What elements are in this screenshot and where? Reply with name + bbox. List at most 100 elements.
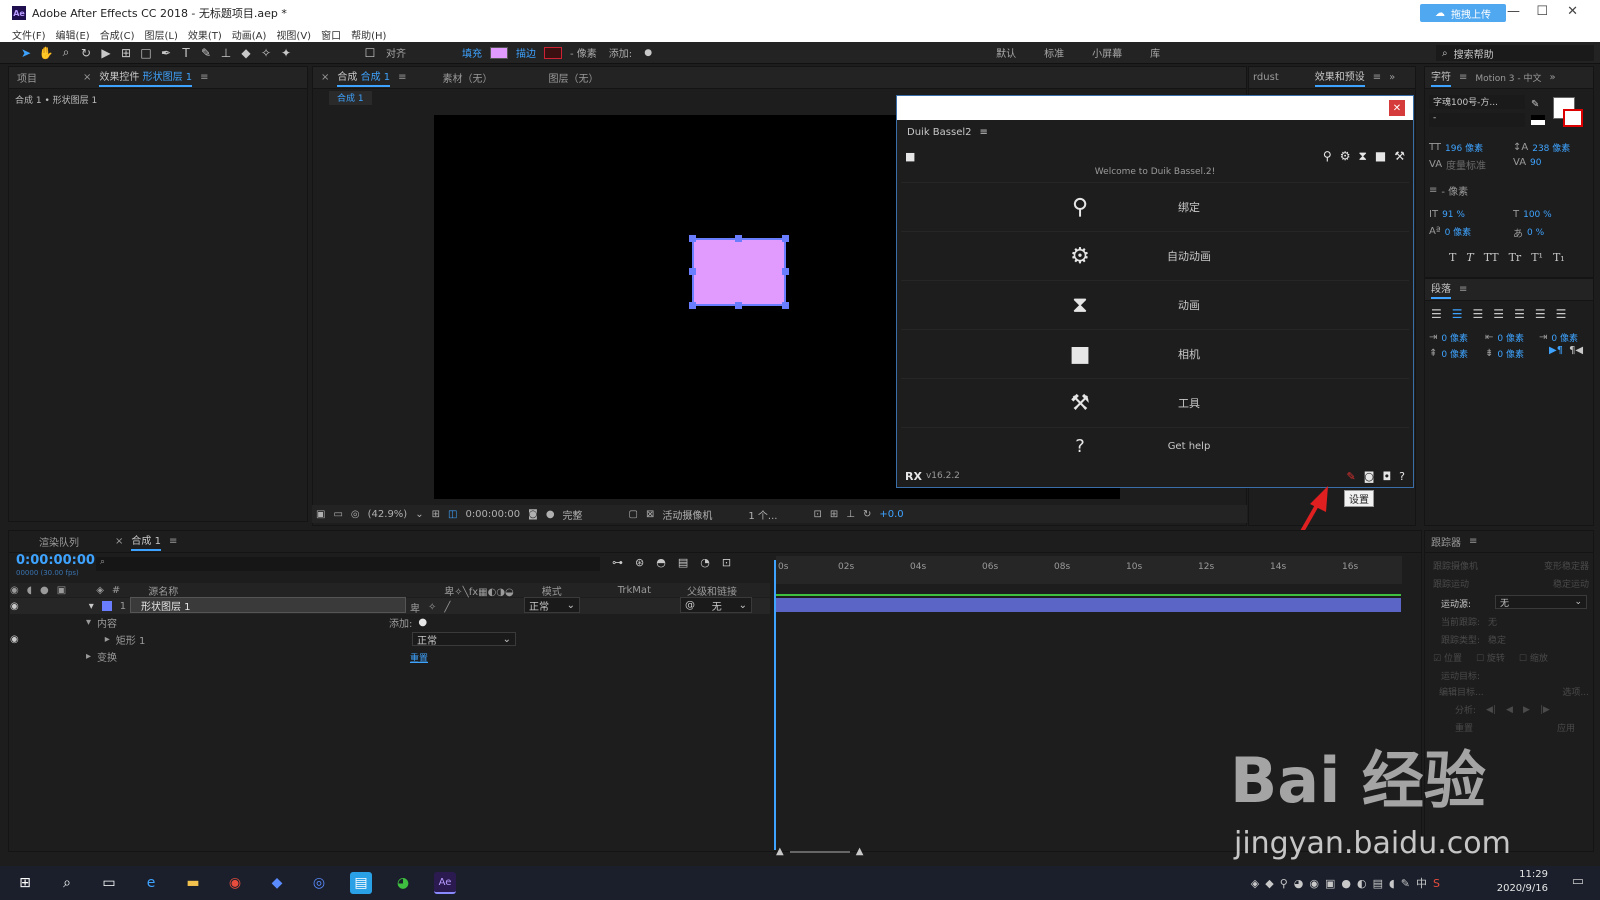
frame-blending-icon[interactable]: ▤ [678, 556, 688, 569]
align-left-icon[interactable]: ☰ [1431, 307, 1442, 321]
menu-icon[interactable]: ≡ [398, 72, 406, 83]
menu-icon[interactable]: ≡ [1373, 72, 1381, 83]
current-track-value[interactable]: 无 [1488, 615, 1497, 628]
tray-icon[interactable]: ● [1341, 877, 1351, 890]
fill-label[interactable]: 填充 [462, 45, 482, 60]
zoom-tool-icon[interactable]: ⌕ [58, 45, 74, 61]
close-icon[interactable]: ✕ [1567, 4, 1578, 19]
zoom-slider[interactable] [789, 850, 850, 853]
3d-icon[interactable]: ⊞ [830, 509, 838, 520]
layout-icon[interactable]: ⊡ [813, 509, 821, 520]
motion-blur-icon[interactable]: ◔ [700, 556, 710, 569]
rotation-checkbox[interactable]: ☐ 旋转 [1476, 651, 1505, 664]
app-icon[interactable]: ◆ [266, 872, 288, 894]
pen-tool-icon[interactable]: ✒ [158, 45, 174, 61]
add-icon[interactable]: ● [418, 617, 427, 628]
font-family-select[interactable]: 字魂100号-方... [1429, 95, 1525, 109]
duik-animation-button[interactable]: ⧗ 动画 [901, 280, 1409, 329]
leading-value[interactable]: 238 像素 [1532, 141, 1570, 154]
pin-icon[interactable]: ■ [905, 150, 915, 163]
duik-tools-button[interactable]: ⚒ 工具 [901, 378, 1409, 427]
duik-rigging-button[interactable]: ⚲ 绑定 [901, 182, 1409, 231]
col-parent[interactable]: 父级和链接 [687, 583, 737, 598]
tab-comp-timeline[interactable]: 合成 1 [131, 532, 161, 551]
black-white-icon[interactable] [1531, 115, 1545, 125]
add-icon[interactable]: ● [640, 45, 656, 61]
display-icon[interactable]: ▭ [333, 509, 342, 520]
graph-editor-icon[interactable]: ⊡ [722, 556, 731, 569]
small-caps-button[interactable]: Tr [1509, 251, 1522, 264]
scale-checkbox[interactable]: ☐ 缩放 [1519, 651, 1548, 664]
justify-right-icon[interactable]: ☰ [1535, 307, 1546, 321]
superscript-button[interactable]: T¹ [1531, 251, 1543, 264]
bug-icon[interactable]: ◙ [1364, 470, 1375, 483]
vertical-scale-value[interactable]: 91 % [1442, 210, 1465, 220]
menu-icon[interactable]: ≡ [1459, 72, 1467, 83]
rotate-tool-icon[interactable]: ↻ [78, 45, 94, 61]
baidu-netdisk-icon[interactable]: ◎ [308, 872, 330, 894]
tab-footage[interactable]: 素材（无） [443, 70, 493, 85]
tray-icon[interactable]: ◆ [1265, 877, 1273, 890]
system-clock[interactable]: 11:29 2020/9/16 [1497, 868, 1548, 896]
eyedropper-icon[interactable]: ✎ [1531, 99, 1539, 110]
stroke-label[interactable]: 描边 [516, 45, 536, 60]
menu-animation[interactable]: 动画(A) [232, 27, 267, 42]
collapse-switch-icon[interactable]: ✧ [428, 602, 436, 613]
hand-tool-icon[interactable]: ✋ [38, 45, 54, 61]
workspace-standard[interactable]: 标准 [1044, 45, 1064, 60]
shy-icon[interactable]: ◓ [656, 556, 666, 569]
analyze-back-icon[interactable]: ◀| [1486, 705, 1496, 715]
menu-composition[interactable]: 合成(C) [100, 27, 135, 42]
comp-mini-flowchart-icon[interactable]: ⊶ [612, 556, 623, 569]
exposure-icon[interactable]: ↻ [863, 509, 871, 520]
tab-composition[interactable]: 合成 合成 1 [337, 68, 391, 87]
stabilize-motion-button[interactable]: 稳定运动 [1553, 577, 1589, 590]
bone-icon[interactable]: ⚲ [1323, 149, 1332, 164]
layer-name[interactable]: 形状图层 1 [130, 597, 406, 613]
pan-behind-tool-icon[interactable]: ⊞ [118, 45, 134, 61]
menu-icon[interactable]: ≡ [1459, 284, 1467, 295]
faux-bold-button[interactable]: T [1449, 251, 1456, 264]
wechat-tray-icon[interactable]: ◕ [1294, 877, 1304, 890]
motion-source-select[interactable]: 无 ⌄ [1495, 595, 1587, 609]
shape-handle[interactable] [735, 235, 742, 242]
twirl-right-icon[interactable]: ▸ [105, 634, 110, 645]
comp-subtab[interactable]: 合成 1 [329, 91, 372, 105]
font-size-value[interactable]: 196 像素 [1445, 141, 1483, 154]
gear-icon[interactable]: ⚙ [1340, 149, 1351, 164]
list-item[interactable]: ▸ 变换 [86, 649, 516, 664]
hourglass-icon[interactable]: ⧗ [1358, 149, 1366, 164]
windows-start-icon[interactable]: ⊞ [14, 872, 36, 894]
type-tool-icon[interactable]: T [178, 45, 194, 61]
justify-all-icon[interactable]: ☰ [1556, 307, 1567, 321]
flowchart-icon[interactable]: ⊥ [846, 509, 855, 520]
stroke-width[interactable]: - 像素 [570, 45, 597, 60]
upload-button[interactable]: ☁ 拖拽上传 [1420, 4, 1506, 22]
notification-icon[interactable]: ▭ [1572, 874, 1584, 889]
menu-file[interactable]: 文件(F) [12, 27, 46, 42]
list-item[interactable]: ▾ 内容 添加: ● [86, 615, 516, 630]
apply-button[interactable]: 应用 [1557, 721, 1575, 734]
duik-help-button[interactable]: ? Get help [901, 427, 1409, 465]
tab-effects-presets[interactable]: 效果和预设 [1314, 68, 1365, 87]
baseline-value[interactable]: 0 像素 [1445, 225, 1472, 238]
tab-motion[interactable]: Motion 3 - 中文 [1475, 71, 1541, 84]
warp-stabilizer-button[interactable]: 变形稳定器 [1544, 559, 1589, 572]
roi-icon[interactable]: ▢ [629, 509, 638, 520]
rectangle-tool-icon[interactable]: □ [138, 45, 154, 61]
puppet-tool-icon[interactable]: ✦ [278, 45, 294, 61]
menu-icon[interactable]: ≡ [1469, 536, 1477, 547]
rtl-icon[interactable]: ¶◀ [1569, 345, 1583, 356]
space-before-value[interactable]: 0 像素 [1441, 347, 1468, 360]
time-ruler[interactable]: 0s 02s 04s 06s 08s 10s 12s 14s 16s [776, 556, 1402, 584]
mic-icon[interactable]: ⚲ [1280, 877, 1288, 890]
tab-paragraph[interactable]: 段落 [1431, 280, 1451, 299]
quality-select[interactable]: 完整 [563, 507, 583, 522]
duik-automation-button[interactable]: ⚙ 自动动画 [901, 231, 1409, 280]
tab-project[interactable]: 项目 [17, 70, 37, 85]
tray-icon[interactable]: ◉ [1309, 877, 1319, 890]
timeline-search-input[interactable]: ⌕ [96, 557, 600, 571]
draft-3d-icon[interactable]: ⊛ [635, 556, 644, 569]
shape-handle[interactable] [782, 268, 789, 275]
indent-left-value[interactable]: 0 像素 [1441, 331, 1468, 344]
